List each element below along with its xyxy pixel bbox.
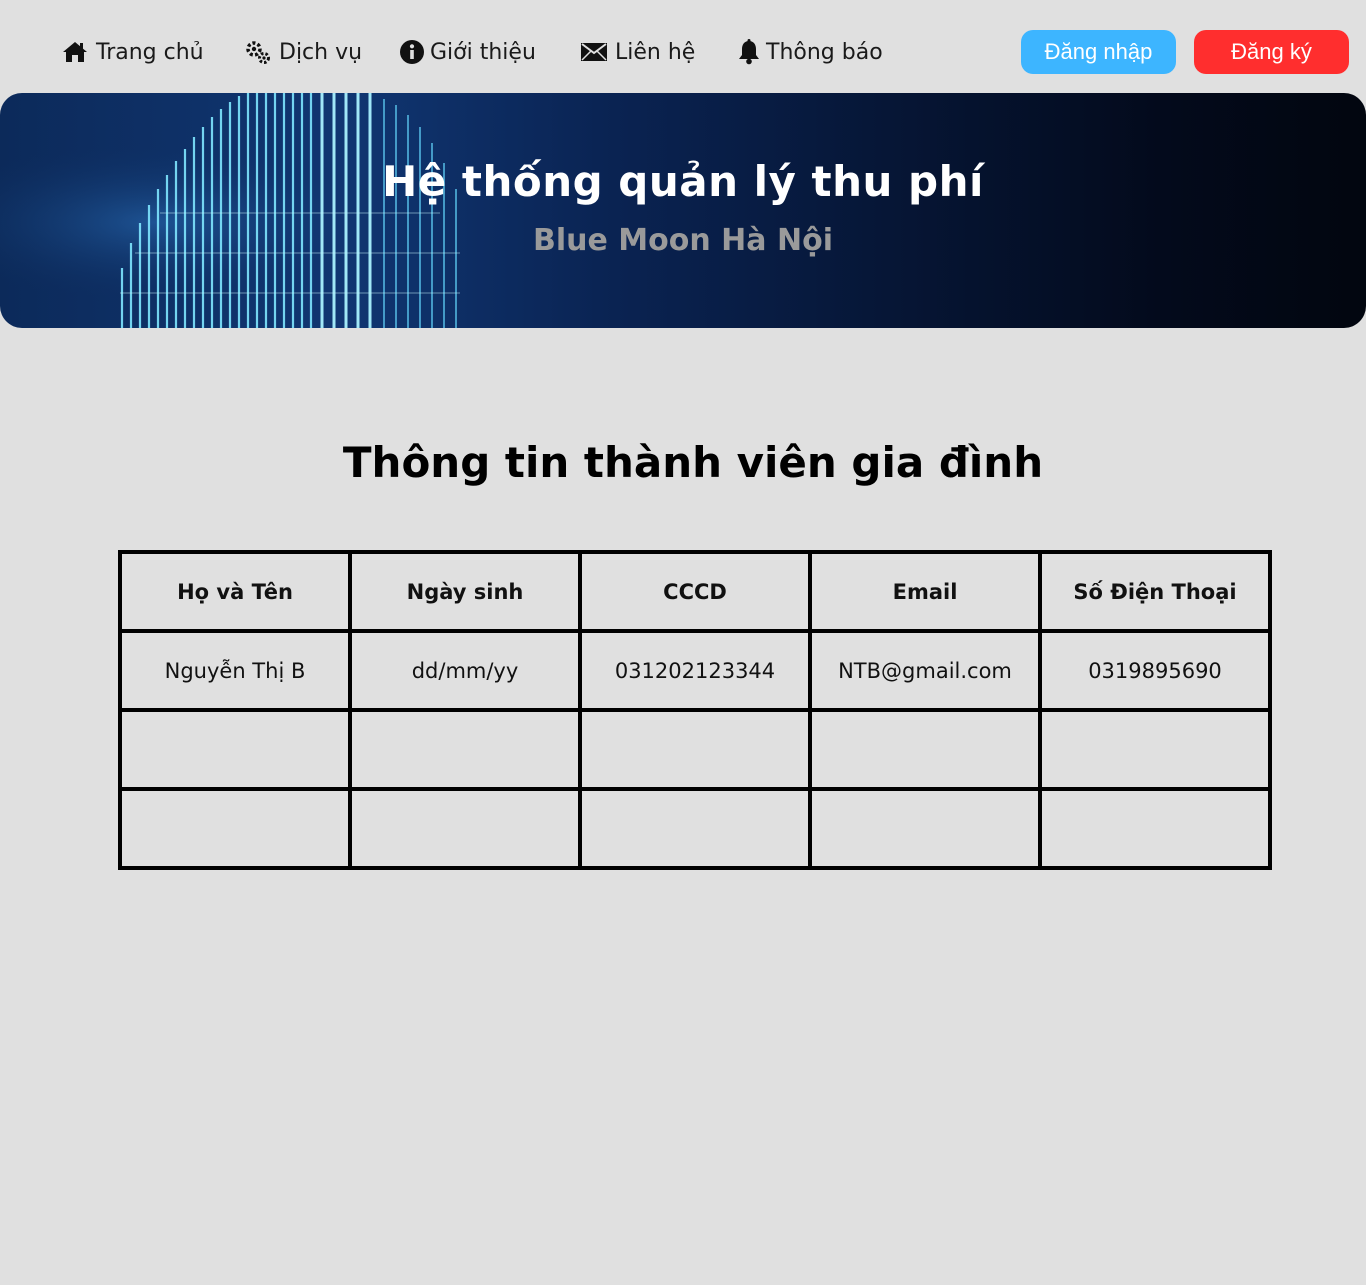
table-cell-phone	[1038, 708, 1272, 791]
gears-icon	[245, 39, 271, 65]
table-row	[118, 787, 1272, 870]
nav-item-label: Giới thiệu	[430, 39, 536, 65]
table-header-row: Họ và Tên Ngày sinh CCCD Email Số Điện T…	[118, 550, 1272, 633]
column-header-birthdate: Ngày sinh	[348, 550, 582, 633]
table-cell-email	[808, 787, 1042, 870]
table-cell-id-card	[578, 787, 812, 870]
nav-item-label: Dịch vụ	[279, 39, 363, 65]
table-cell-email	[808, 708, 1042, 791]
table-cell-phone	[1038, 787, 1272, 870]
table-cell-id-card	[578, 708, 812, 791]
table-cell-name	[118, 708, 352, 791]
nav-item-notifications[interactable]: Thông báo	[736, 36, 883, 68]
column-header-id-card: CCCD	[578, 550, 812, 633]
page-title: Thông tin thành viên gia đình	[342, 438, 1044, 487]
column-header-name: Họ và Tên	[118, 550, 352, 633]
table-cell-phone: 0319895690	[1038, 629, 1272, 712]
table-cell-birthdate: dd/mm/yy	[348, 629, 582, 712]
info-icon	[399, 39, 425, 65]
table-cell-id-card: 031202123344	[578, 629, 812, 712]
home-icon	[62, 39, 88, 65]
bell-icon	[736, 39, 762, 65]
table-cell-email: NTB@gmail.com	[808, 629, 1042, 712]
nav-item-label: Thông báo	[766, 39, 883, 65]
envelope-icon	[581, 39, 607, 65]
nav-item-about[interactable]: Giới thiệu	[399, 36, 536, 68]
nav-item-home[interactable]: Trang chủ	[62, 36, 204, 68]
nav-item-label: Trang chủ	[96, 39, 204, 65]
nav-item-contact[interactable]: Liên hệ	[581, 36, 695, 68]
hero-building-image	[0, 93, 700, 328]
table-cell-birthdate	[348, 787, 582, 870]
hero-title: Hệ thống quản lý thu phí	[382, 157, 984, 206]
table-cell-birthdate	[348, 708, 582, 791]
register-button[interactable]: Đăng ký	[1194, 30, 1349, 74]
table-row	[118, 708, 1272, 791]
table-cell-name	[118, 787, 352, 870]
column-header-email: Email	[808, 550, 1042, 633]
family-members-table: Họ và Tên Ngày sinh CCCD Email Số Điện T…	[118, 550, 1272, 870]
top-navigation: Trang chủ Dịch vụ Giới thiệu Liên hệ Thô…	[0, 0, 1366, 93]
table-cell-name: Nguyễn Thị B	[118, 629, 352, 712]
nav-item-label: Liên hệ	[615, 39, 696, 65]
nav-item-services[interactable]: Dịch vụ	[245, 36, 362, 68]
table-row: Nguyễn Thị B dd/mm/yy 031202123344 NTB@g…	[118, 629, 1272, 712]
column-header-phone: Số Điện Thoại	[1038, 550, 1272, 633]
hero-subtitle: Blue Moon Hà Nội	[533, 223, 833, 258]
login-button[interactable]: Đăng nhập	[1021, 30, 1176, 74]
hero-banner: Hệ thống quản lý thu phí Blue Moon Hà Nộ…	[0, 93, 1366, 328]
